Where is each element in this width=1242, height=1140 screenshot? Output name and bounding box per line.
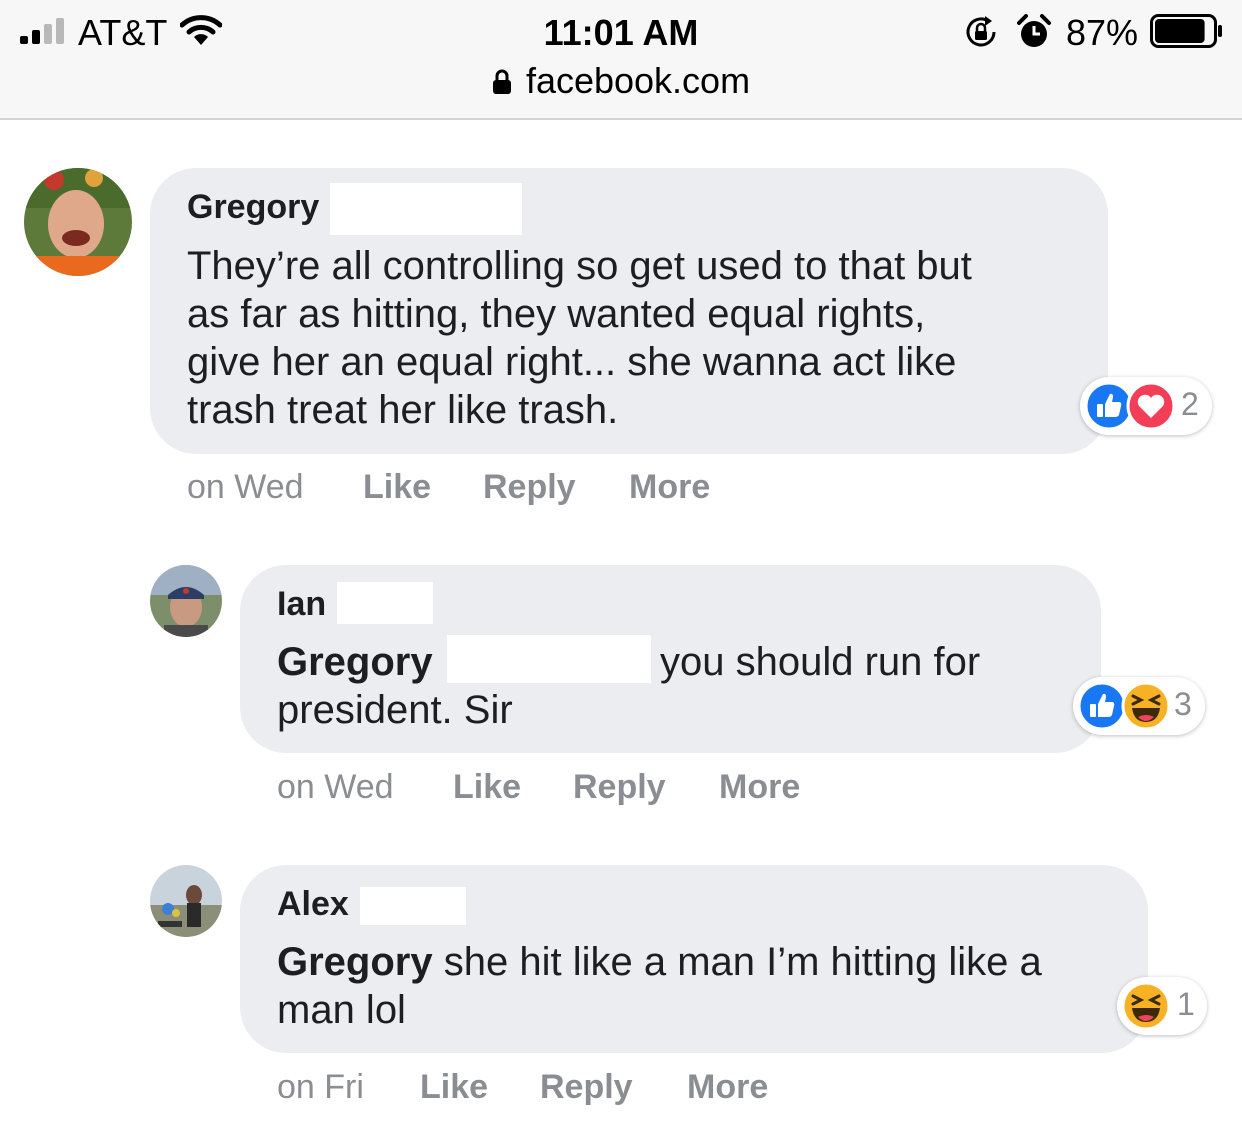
haha-reaction-icon	[1121, 681, 1171, 731]
mention-tag[interactable]: Gregory	[277, 940, 433, 984]
redaction-box	[330, 183, 522, 235]
comment-timestamp[interactable]: on Wed	[277, 768, 394, 807]
comment-line: trash treat her like trash.	[187, 388, 619, 432]
more-button[interactable]: More	[687, 1068, 768, 1107]
comment-line: man lol	[277, 988, 406, 1032]
redaction-box	[337, 582, 433, 624]
reaction-count: 2	[1181, 386, 1199, 422]
reactions-summary[interactable]: 2	[1080, 377, 1212, 435]
redaction-box	[447, 635, 651, 683]
comment-timestamp[interactable]: on Fri	[277, 1068, 364, 1107]
reply-button[interactable]: Reply	[573, 768, 666, 807]
url-text: facebook.com	[525, 60, 751, 101]
comment-author[interactable]: Gregory	[187, 188, 319, 227]
comment-line: president. Sir	[277, 688, 513, 732]
rotation-lock-icon	[966, 16, 996, 47]
more-button[interactable]: More	[629, 468, 710, 507]
profile-photo	[150, 865, 222, 937]
reply-button[interactable]: Reply	[540, 1068, 633, 1107]
more-button[interactable]: More	[719, 768, 800, 807]
comment-author[interactable]: Ian	[277, 585, 326, 624]
comment-author[interactable]: Alex	[277, 885, 349, 924]
comment-line: she hit like a man I’m hitting like a	[443, 940, 1042, 984]
comment-text: Gregory president. Sir	[277, 638, 513, 732]
lock-icon	[492, 69, 511, 94]
comment-text: Gregory she hit like a man I’m hitting l…	[277, 938, 1042, 1032]
profile-photo	[24, 168, 132, 276]
profile-photo	[150, 565, 222, 637]
comment-text: They’re all controlling so get used to t…	[187, 242, 972, 434]
battery-percentage: 87%	[1066, 12, 1139, 53]
reactions-summary[interactable]: 1	[1117, 977, 1207, 1035]
reply-button[interactable]: Reply	[483, 468, 576, 507]
like-button[interactable]: Like	[453, 768, 521, 807]
comment-timestamp[interactable]: on Wed	[187, 468, 304, 507]
love-reaction-icon	[1126, 381, 1176, 431]
alarm-icon	[1017, 14, 1051, 47]
avatar[interactable]	[24, 168, 132, 276]
comment-line: as far as hitting, they wanted equal rig…	[187, 292, 926, 336]
avatar[interactable]	[150, 565, 222, 637]
haha-reaction-icon	[1121, 981, 1171, 1031]
reaction-count: 3	[1174, 686, 1192, 722]
reactions-summary[interactable]: 3	[1073, 677, 1205, 735]
address-bar[interactable]: facebook.com	[0, 60, 1242, 102]
comment-line: give her an equal right... she wanna act…	[187, 340, 957, 384]
reaction-count: 1	[1177, 986, 1195, 1022]
comment-line: They’re all controlling so get used to t…	[187, 244, 972, 288]
redaction-box	[360, 887, 466, 925]
like-reaction-icon	[1077, 681, 1127, 731]
comment-line: you should run for	[660, 640, 981, 684]
status-bar: AT&T 11:01 AM facebook.com 87%	[0, 0, 1242, 120]
like-button[interactable]: Like	[420, 1068, 488, 1107]
battery-icon	[1150, 14, 1222, 48]
clock: 11:01 AM	[543, 12, 699, 53]
like-button[interactable]: Like	[363, 468, 431, 507]
mention-tag[interactable]: Gregory	[277, 640, 433, 684]
avatar[interactable]	[150, 865, 222, 937]
